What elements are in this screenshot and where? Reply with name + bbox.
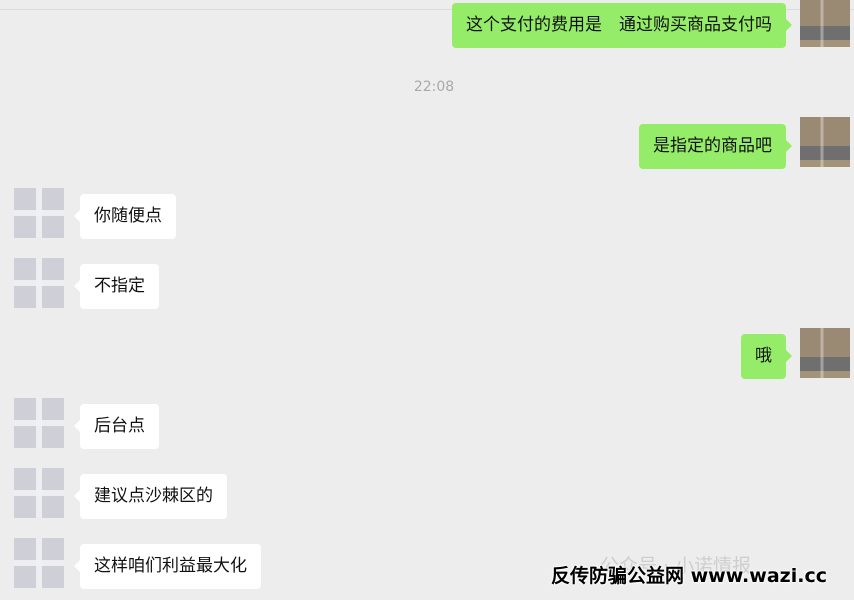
- contact-avatar[interactable]: [14, 538, 64, 588]
- contact-avatar[interactable]: [14, 258, 64, 308]
- self-avatar[interactable]: [800, 117, 850, 167]
- watermark-site: 反传防骗公益网 www.wazi.cc: [551, 565, 827, 587]
- message-bubble-self[interactable]: 哦: [741, 334, 792, 379]
- message-bubble-self[interactable]: 是指定的商品吧: [639, 124, 792, 169]
- self-avatar[interactable]: [800, 328, 850, 378]
- message-bubble-other[interactable]: 后台点: [74, 404, 159, 449]
- self-avatar[interactable]: [800, 0, 850, 47]
- message-bubble-other[interactable]: 不指定: [74, 264, 159, 309]
- contact-avatar[interactable]: [14, 188, 64, 238]
- message-bubble-other[interactable]: 这样咱们利益最大化: [74, 544, 261, 589]
- contact-avatar[interactable]: [14, 398, 64, 448]
- message-bubble-self[interactable]: 这个支付的费用是 通过购买商品支付吗: [452, 3, 792, 48]
- contact-avatar[interactable]: [14, 468, 64, 518]
- message-timestamp: 22:08: [413, 79, 455, 95]
- message-bubble-other[interactable]: 建议点沙棘区的: [74, 474, 227, 519]
- message-bubble-other[interactable]: 你随便点: [74, 194, 176, 239]
